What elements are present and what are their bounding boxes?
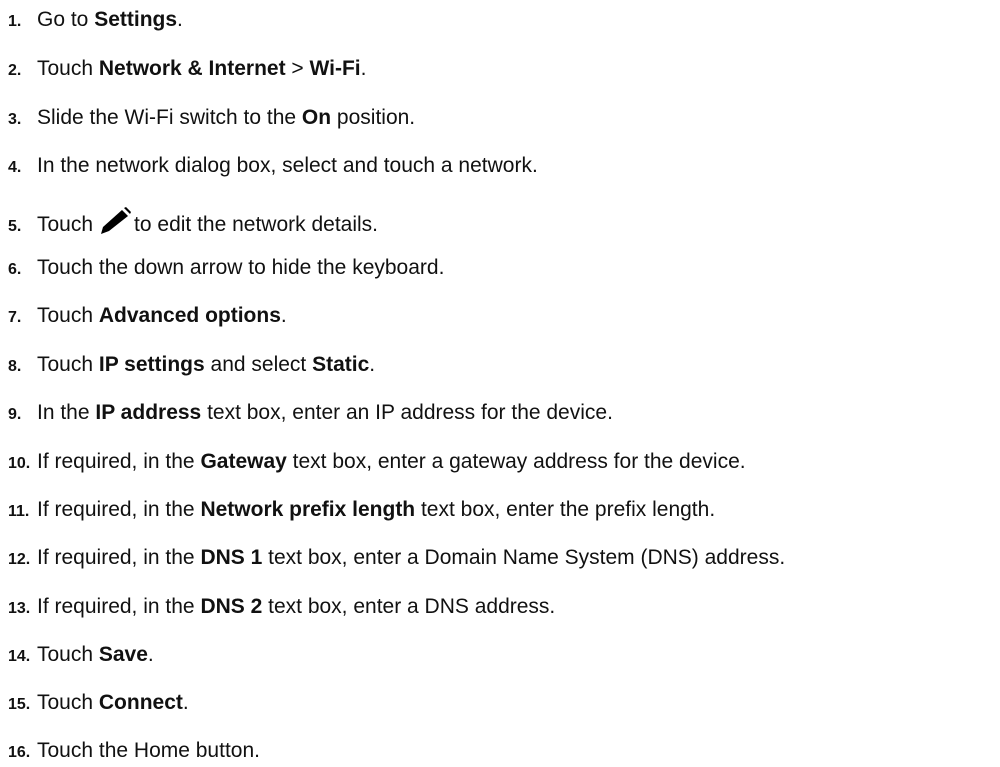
step-number: 6. (8, 261, 22, 278)
step-text: If required, in the (37, 450, 201, 473)
step-text: Touch (37, 643, 99, 666)
step-bold-text: Static (312, 353, 370, 376)
step-text: Go to (37, 8, 95, 31)
step-number: 8. (8, 358, 22, 375)
step-12: 12. If required, in the DNS 1 text box, e… (8, 545, 785, 573)
step-bold-text: Gateway (200, 450, 287, 473)
step-number: 15. (8, 696, 31, 713)
step-text: Touch (37, 353, 99, 376)
step-text: text box, enter a gateway address for th… (286, 450, 746, 473)
step-text: text box, enter the prefix length. (415, 498, 716, 521)
step-number: 1. (8, 13, 22, 30)
step-text: In the (37, 401, 96, 424)
step-bold-text: Network & Internet (98, 57, 286, 80)
step-text: Touch (37, 213, 94, 236)
step-number: 14. (8, 648, 31, 665)
step-text: text box, enter a Domain Name System (DN… (262, 546, 786, 569)
step-bold-text: Wi-Fi (309, 57, 361, 80)
step-4: 4. In the network dialog box, select and … (8, 153, 538, 181)
step-8: 8. Touch IP settings and select Static. (8, 352, 375, 380)
step-1: 1. Go to Settings. (8, 7, 183, 35)
step-text: If required, in the (37, 546, 201, 569)
step-number: 2. (8, 62, 22, 79)
step-bold-text: Advanced options (98, 304, 281, 327)
step-2: 2. Touch Network & Internet > Wi-Fi. (8, 56, 367, 84)
step-text: position. (331, 106, 416, 129)
step-number: 7. (8, 309, 22, 326)
step-number: 11. (8, 503, 30, 520)
step-text: . (280, 304, 287, 327)
step-text: Touch the down arrow to hide the keyboar… (37, 256, 445, 279)
step-bold-text: DNS 2 (200, 595, 263, 618)
step-13: 13. If required, in the DNS 2 text box, e… (8, 594, 555, 622)
step-bold-text: IP settings (98, 353, 205, 376)
step-5: 5. Touch to edit the network details. (8, 207, 378, 240)
step-14: 14. Touch Save. (8, 642, 154, 670)
step-9: 9. In the IP address text box, enter an I… (8, 400, 613, 428)
step-number: 4. (8, 159, 22, 176)
step-text: . (147, 643, 154, 666)
step-bold-text: On (301, 106, 332, 129)
step-6: 6. Touch the down arrow to hide the keybo… (8, 255, 444, 283)
step-7: 7. Touch Advanced options. (8, 303, 287, 331)
step-number: 12. (8, 551, 31, 568)
step-text: Touch (37, 304, 99, 327)
step-bold-text: Connect (98, 691, 183, 714)
step-number: 16. (8, 744, 31, 761)
step-text: Touch the Home button. (37, 739, 260, 762)
step-text: If required, in the (37, 595, 201, 618)
step-bold-text: Network prefix length (200, 498, 416, 521)
step-text: In the network dialog box, select and to… (37, 154, 538, 177)
step-text: Slide the Wi-Fi switch to the (37, 106, 302, 129)
step-number: 9. (8, 406, 22, 423)
step-bold-text: DNS 1 (200, 546, 263, 569)
step-bold-text: IP address (95, 401, 202, 424)
step-bold-text: Save (98, 643, 148, 666)
step-text: Touch (37, 57, 99, 80)
step-text: . (360, 57, 367, 80)
step-number: 5. (8, 218, 22, 235)
step-text: text box, enter an IP address for the de… (201, 401, 613, 424)
step-number: 10. (8, 455, 31, 472)
step-text: . (369, 353, 376, 376)
step-text: > (285, 57, 310, 80)
step-text: Touch (37, 691, 99, 714)
step-text: . (182, 691, 189, 714)
step-3: 3. Slide the Wi-Fi switch to the On posit… (8, 105, 415, 133)
step-text: If required, in the (37, 498, 201, 521)
step-15: 15. Touch Connect. (8, 690, 189, 718)
step-number: 3. (8, 111, 22, 128)
step-text: text box, enter a DNS address. (262, 595, 556, 618)
step-text: and select (204, 353, 313, 376)
step-10: 10. If required, in the Gateway text box,… (8, 449, 746, 477)
step-text: . (177, 8, 183, 31)
step-bold-text: Settings (94, 8, 178, 31)
step-16: 16. Touch the Home button. (8, 738, 260, 766)
step-number: 13. (8, 600, 31, 617)
step-text: to edit the network details. (134, 213, 379, 236)
step-11: 11. If required, in the Network prefix le… (8, 497, 715, 525)
pencil-icon (97, 207, 132, 235)
